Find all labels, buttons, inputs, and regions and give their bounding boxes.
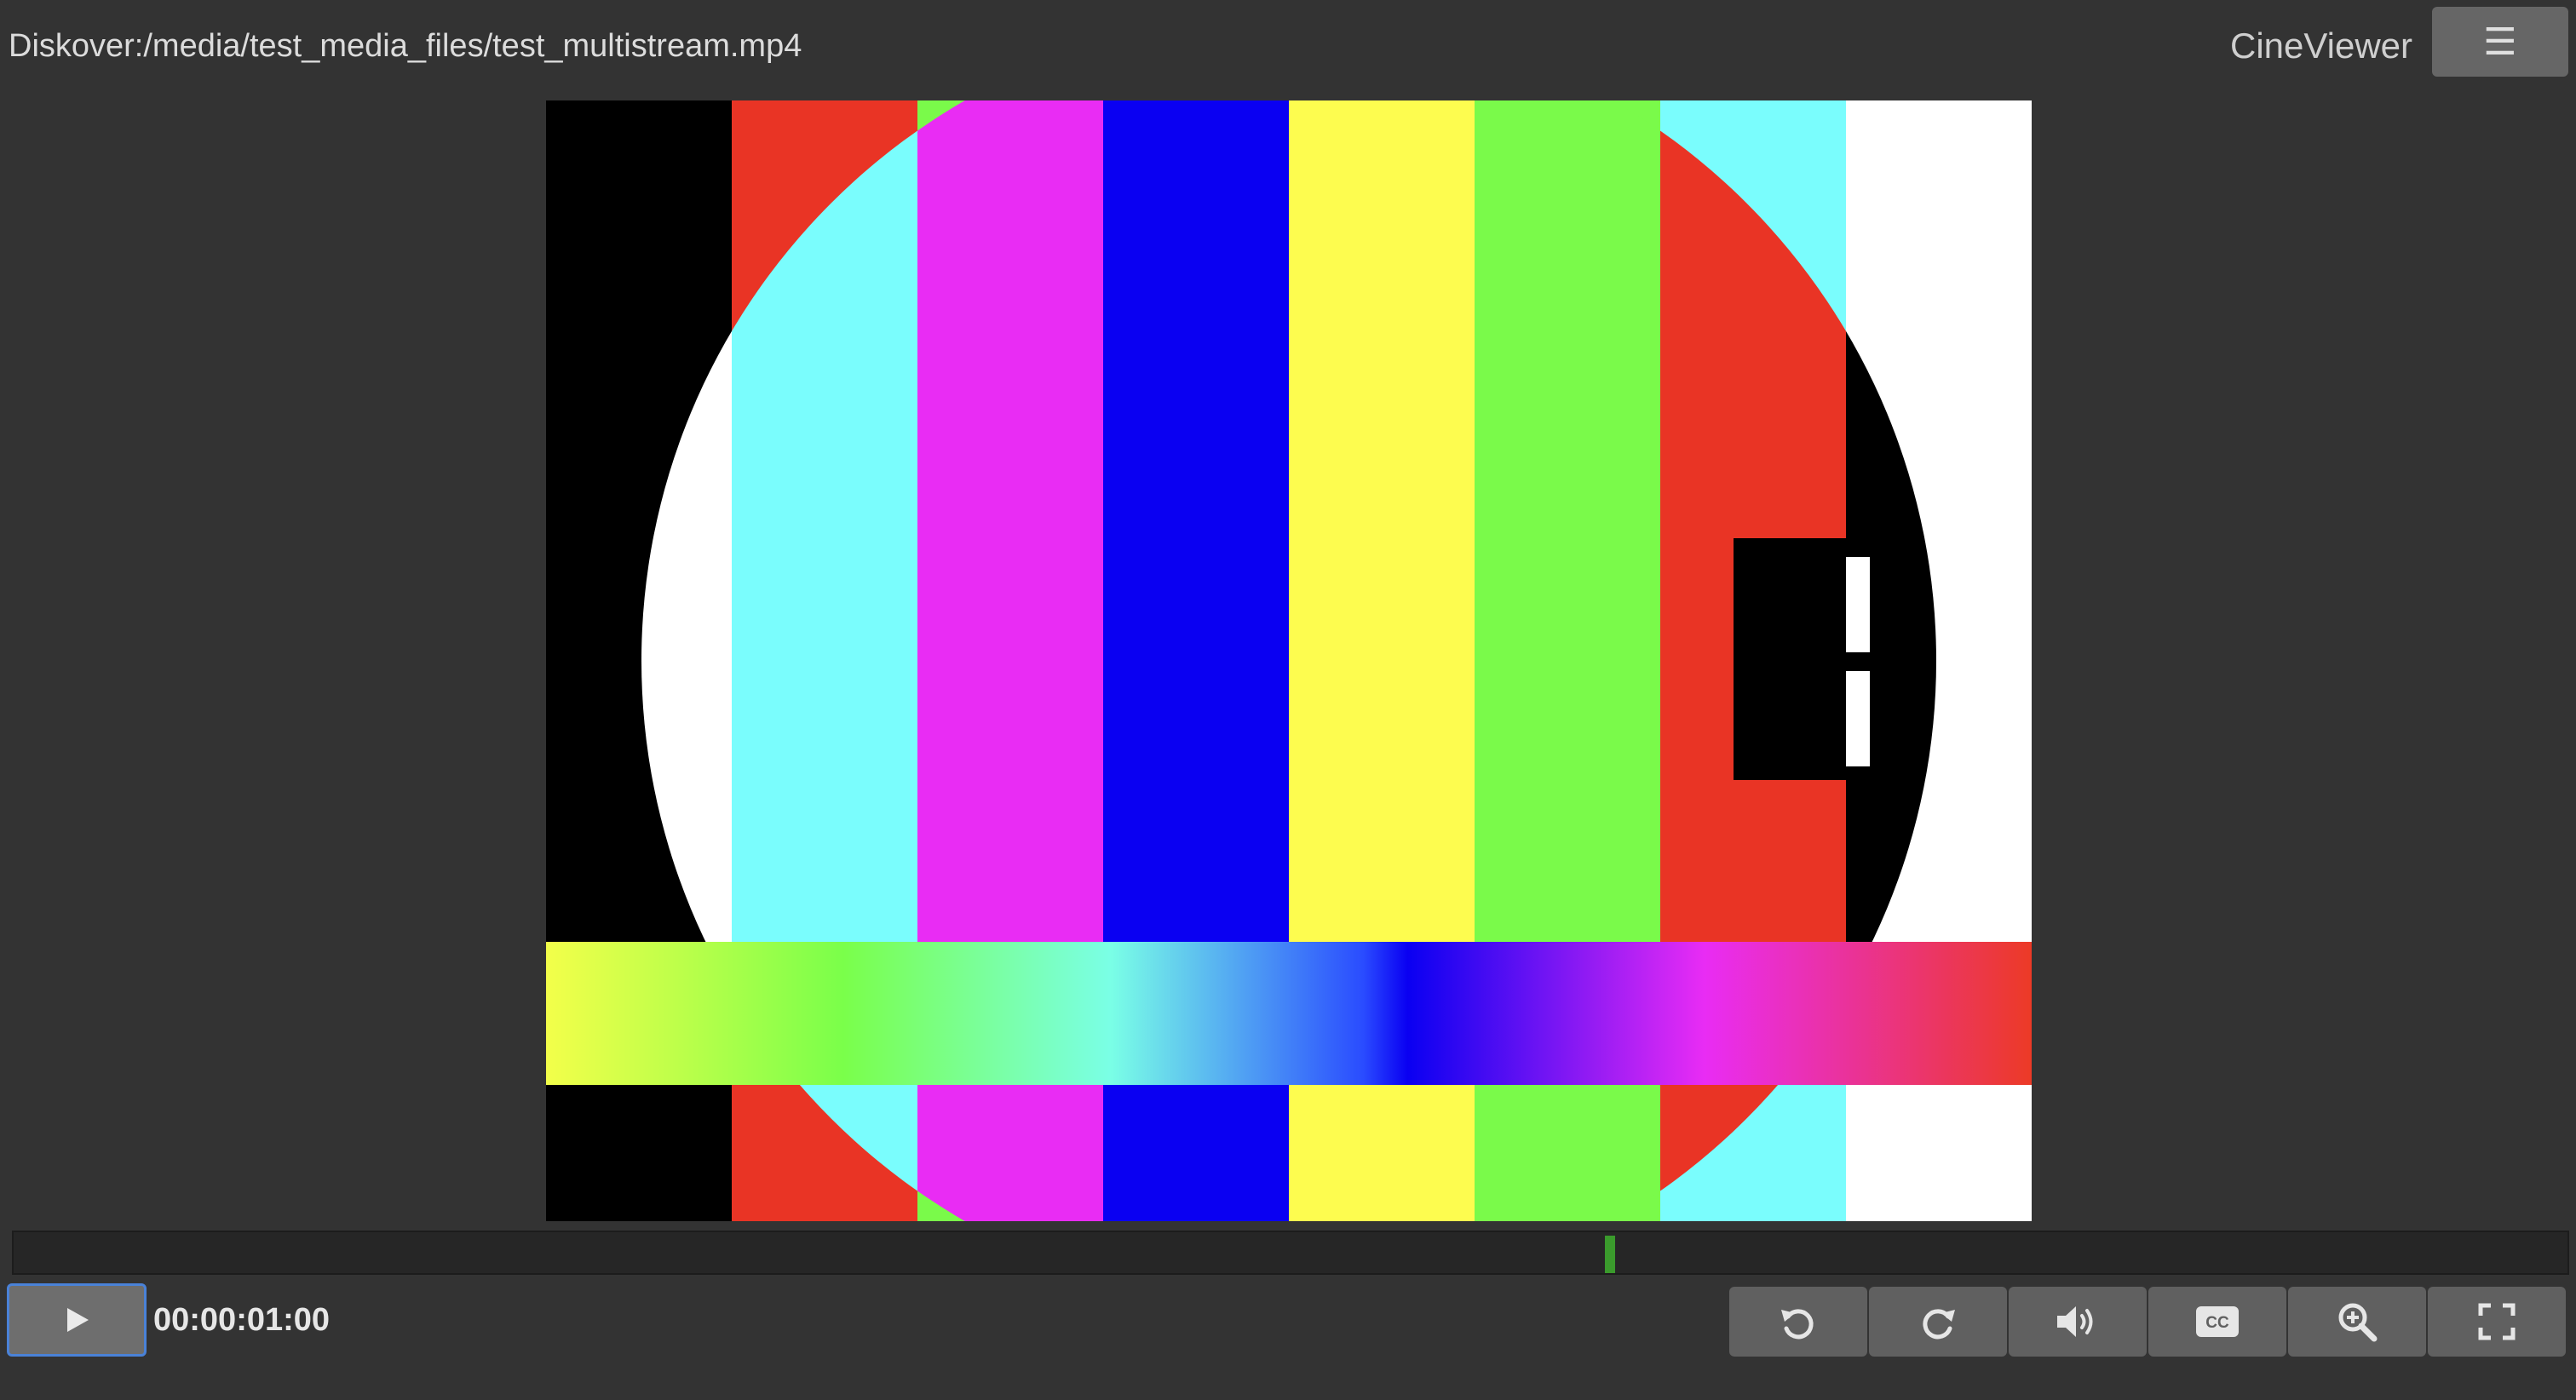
cc-icon-label: CC <box>2205 1314 2229 1332</box>
play-icon <box>67 1308 89 1332</box>
speaker-icon <box>2057 1306 2093 1337</box>
color-bars-test-pattern <box>546 100 2032 1221</box>
rewind-button[interactable] <box>1729 1287 1867 1357</box>
rotate-ccw-icon <box>1781 1309 1814 1340</box>
seek-playhead[interactable] <box>1605 1236 1615 1273</box>
volume-button[interactable] <box>2009 1287 2147 1357</box>
hamburger-menu-icon: ☰ <box>2483 20 2517 63</box>
video-viewer-app: Diskover:/media/test_media_files/test_mu… <box>0 0 2576 1400</box>
play-button[interactable] <box>7 1283 147 1357</box>
timecode-display: 00:00:01:00 <box>153 1302 331 1338</box>
rotate-cw-icon <box>1923 1309 1955 1340</box>
app-brand-name: CineViewer <box>2230 26 2412 66</box>
zoom-button[interactable] <box>2288 1287 2426 1357</box>
video-frame[interactable] <box>546 100 2032 1221</box>
fullscreen-icon <box>2478 1303 2516 1340</box>
cc-icon: CC <box>2196 1306 2239 1337</box>
fullscreen-button[interactable] <box>2428 1287 2566 1357</box>
seek-bar[interactable] <box>12 1231 2569 1275</box>
zoom-in-icon <box>2338 1303 2378 1342</box>
captions-button[interactable]: CC <box>2148 1287 2286 1357</box>
menu-button[interactable]: ☰ <box>2432 7 2568 77</box>
forward-button[interactable] <box>1869 1287 2007 1357</box>
file-path-title: Diskover:/media/test_media_files/test_mu… <box>9 28 802 64</box>
